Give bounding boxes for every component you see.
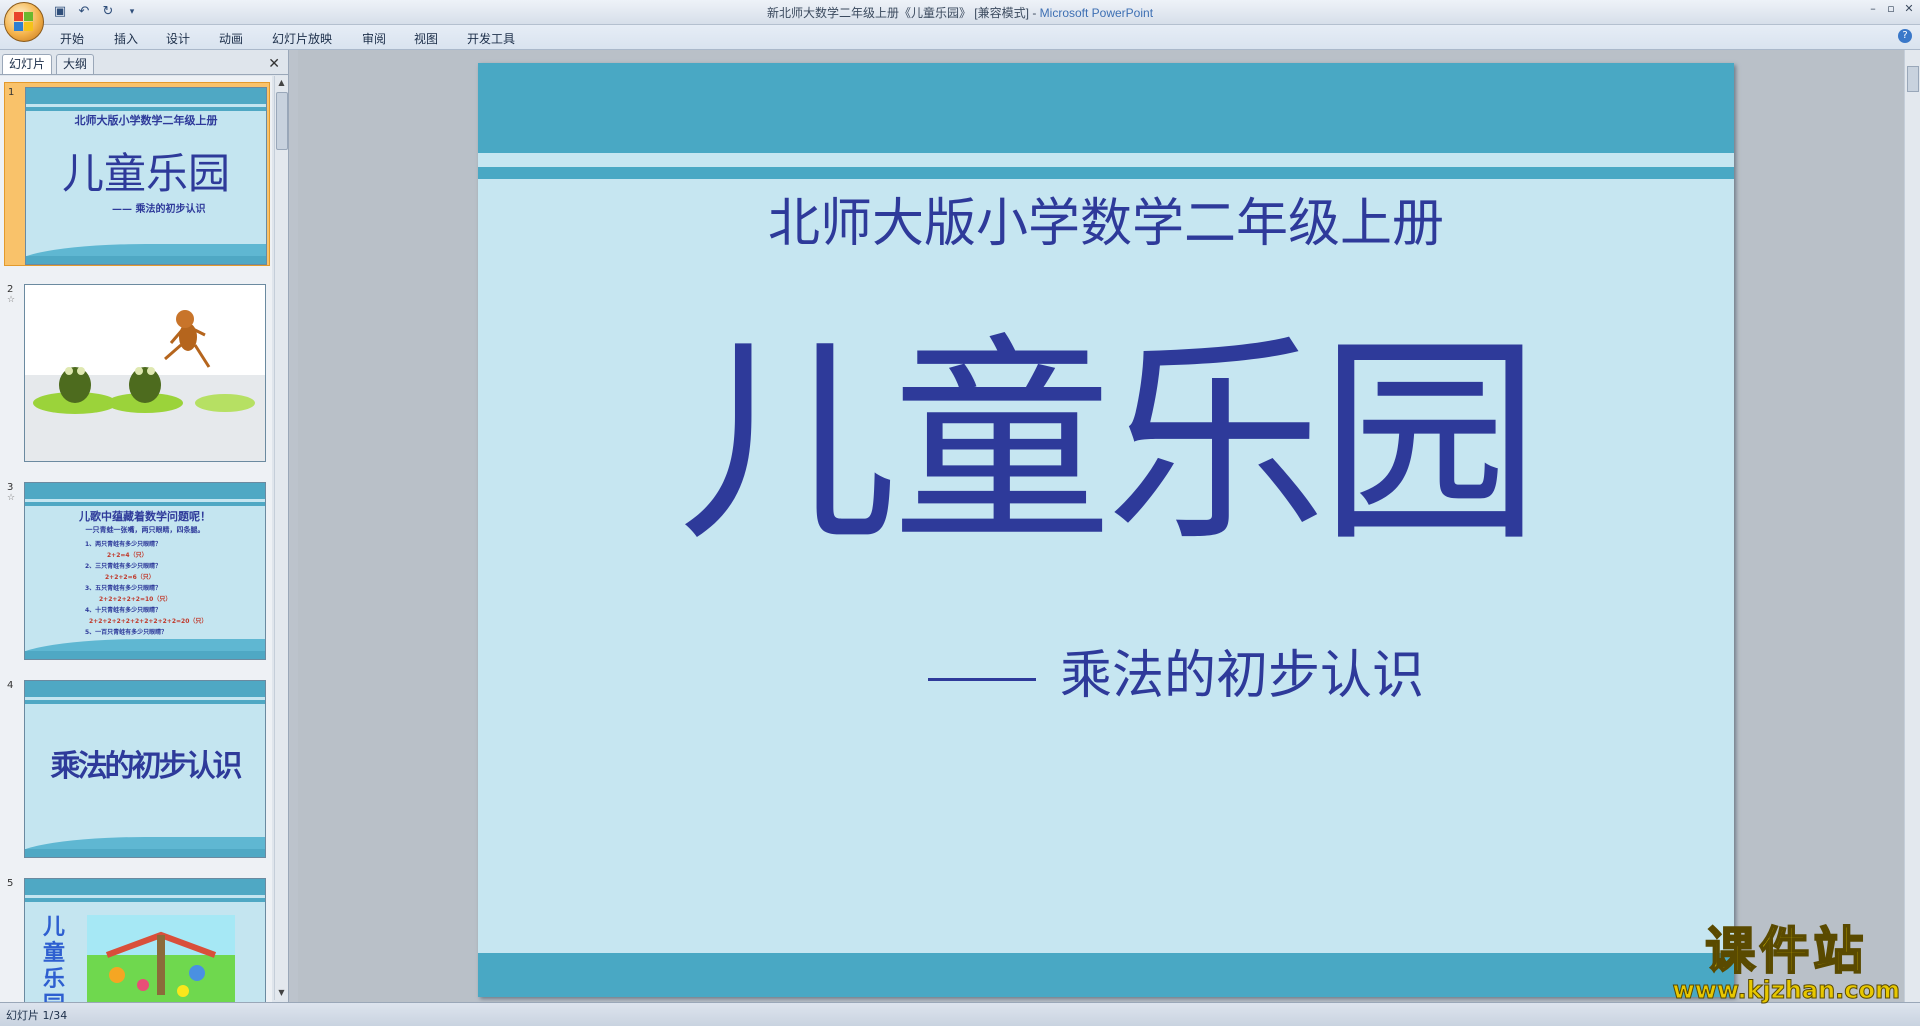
slide-title[interactable]: 儿童乐园 — [478, 333, 1734, 553]
slide-thumbnail-3[interactable]: 3 ☆ 儿歌中蕴藏着数学问题呢！ 一只青蛙一张嘴，两只眼睛，四条腿。 1、两只青蛙… — [4, 478, 270, 662]
thumbnail-list: 1 北师大版小学数学二年级上册 儿童乐园 —— 乘法的初步认识 2 ☆ 3 ☆ … — [0, 76, 272, 1002]
scroll-thumb[interactable] — [1907, 66, 1919, 92]
thumb-intro: 一只青蛙一张嘴，两只眼睛，四条腿。 — [85, 526, 205, 534]
animation-star-icon: ☆ — [7, 295, 16, 305]
subtitle-dash — [928, 678, 1036, 681]
slide-subtitle-text: 乘法的初步认识 — [1060, 646, 1425, 706]
tab-view[interactable]: 视图 — [414, 30, 438, 47]
tab-developer[interactable]: 开发工具 — [467, 30, 515, 47]
slide-preview: 北师大版小学数学二年级上册 儿童乐园 —— 乘法的初步认识 — [25, 87, 267, 265]
ribbon-tab-bar: 开始 插入 设计 动画 幻灯片放映 审阅 视图 开发工具 ? — [0, 25, 1920, 50]
list-item: 2、三只青蛙有多少只眼睛？ — [85, 563, 162, 570]
window-controls: – ▫ ✕ — [1866, 2, 1916, 16]
slide-number: 1 — [8, 87, 15, 98]
watermark-url: www.kjzhan.com — [1672, 976, 1900, 1005]
slide-number: 3 ☆ — [7, 482, 16, 503]
thumb-title: 儿童乐园 — [61, 149, 230, 198]
thumb-question-list: 1、两只青蛙有多少只眼睛？ 2+2=4（只） 2、三只青蛙有多少只眼睛？ 2+2… — [85, 539, 207, 638]
app-name: Microsoft PowerPoint — [1039, 6, 1154, 20]
slide-bottom-band — [478, 953, 1734, 997]
window-title: 新北师大数学二年级上册《儿童乐园》 [兼容模式] - Microsoft Pow… — [766, 6, 1154, 20]
status-bar: 幻灯片 1/34 — [0, 1002, 1920, 1026]
slide-number: 2 ☆ — [7, 284, 16, 305]
watermark-text: 课件站 — [1704, 922, 1868, 980]
current-slide[interactable]: 北师大版小学数学二年级上册 儿童乐园 乘法的初步认识 — [478, 63, 1734, 997]
list-item: 2+2+2=6（只） — [105, 574, 155, 581]
thumb-vertical-title: 儿童乐园 — [43, 915, 66, 1002]
watermark-logo: 课件站 www.kjzhan.com — [1672, 922, 1900, 1005]
slide-thumbnail-2[interactable]: 2 ☆ — [4, 280, 270, 464]
list-item: 2+2+2+2+2+2+2+2+2+2=20（只） — [89, 618, 208, 625]
thumb-subtitle: —— 乘法的初步认识 — [112, 204, 206, 215]
tab-animation[interactable]: 动画 — [219, 30, 243, 47]
tab-review[interactable]: 审阅 — [362, 30, 386, 47]
slide-thumbnail-5[interactable]: 5 儿童乐园 — [4, 874, 270, 1002]
tab-outline[interactable]: 大纲 — [56, 54, 95, 74]
scroll-up-icon[interactable]: ▲ — [275, 76, 288, 90]
scroll-down-icon[interactable]: ▼ — [275, 986, 288, 1000]
list-item: 2+2=4（只） — [107, 552, 148, 559]
slide-number: 4 — [7, 680, 14, 691]
thumb-top-text: 北师大版小学数学二年级上册 — [74, 114, 218, 127]
animation-star-icon: ☆ — [7, 493, 16, 503]
slide-top-band — [478, 63, 1734, 153]
slides-panel: 幻灯片 大纲 ✕ 1 北师大版小学数学二年级上册 儿童乐园 —— 乘法的初步认识… — [0, 50, 289, 1002]
close-panel-icon[interactable]: ✕ — [268, 56, 280, 72]
slide-bottom-light — [478, 693, 1734, 973]
slide-preview — [24, 284, 266, 462]
help-icon[interactable]: ? — [1898, 29, 1912, 43]
list-item: 2+2+2+2+2=10（只） — [99, 596, 172, 603]
tab-design[interactable]: 设计 — [166, 30, 190, 47]
tab-home[interactable]: 开始 — [60, 30, 84, 47]
maximize-icon[interactable]: ▫ — [1884, 2, 1898, 16]
document-title: 新北师大数学二年级上册《儿童乐园》 [兼容模式] — [766, 6, 1029, 20]
list-item: 5、一百只青蛙有多少只眼睛？ — [85, 629, 168, 636]
close-icon[interactable]: ✕ — [1902, 2, 1916, 16]
title-bar: ▣ ↶ ↻ ▾ 新北师大数学二年级上册《儿童乐园》 [兼容模式] - Micro… — [0, 0, 1920, 25]
slide-thumbnail-1[interactable]: 1 北师大版小学数学二年级上册 儿童乐园 —— 乘法的初步认识 — [4, 82, 270, 266]
slide-preview: 儿童乐园 — [24, 878, 266, 1002]
slide-scrollbar[interactable] — [1904, 50, 1920, 1002]
tab-slides[interactable]: 幻灯片 — [2, 54, 53, 74]
frog-image — [25, 310, 265, 461]
thumb-heading: 儿歌中蕴藏着数学问题呢！ — [79, 510, 211, 523]
slide-counter: 幻灯片 1/34 — [6, 1009, 68, 1022]
slide-top-line — [478, 167, 1734, 179]
slide-subtitle[interactable]: 乘法的初步认识 — [928, 633, 1424, 708]
office-button[interactable] — [4, 2, 44, 42]
slide-number: 5 — [7, 878, 14, 889]
thumb-title: 乘法的初步认识 — [50, 749, 243, 784]
list-item: 3、五只青蛙有多少只眼睛？ — [85, 585, 162, 592]
playground-image — [87, 915, 235, 1002]
panel-tabs: 幻灯片 大纲 ✕ — [0, 52, 288, 75]
slide-thumbnail-4[interactable]: 4 乘法的初步认识 — [4, 676, 270, 860]
office-logo-icon — [14, 12, 34, 32]
slide-preview: 儿歌中蕴藏着数学问题呢！ 一只青蛙一张嘴，两只眼睛，四条腿。 1、两只青蛙有多少… — [24, 482, 266, 660]
tab-slideshow[interactable]: 幻灯片放映 — [272, 30, 332, 47]
tab-insert[interactable]: 插入 — [114, 30, 138, 47]
slide-top-text[interactable]: 北师大版小学数学二年级上册 — [478, 181, 1734, 256]
minimize-icon[interactable]: – — [1866, 2, 1880, 16]
scroll-thumb[interactable] — [276, 92, 288, 150]
list-item: 1、两只青蛙有多少只眼睛？ — [85, 541, 162, 548]
thumbnail-scrollbar[interactable]: ▲ ▼ — [274, 76, 288, 1000]
slide-preview: 乘法的初步认识 — [24, 680, 266, 858]
list-item: 4、十只青蛙有多少只眼睛？ — [85, 607, 162, 614]
